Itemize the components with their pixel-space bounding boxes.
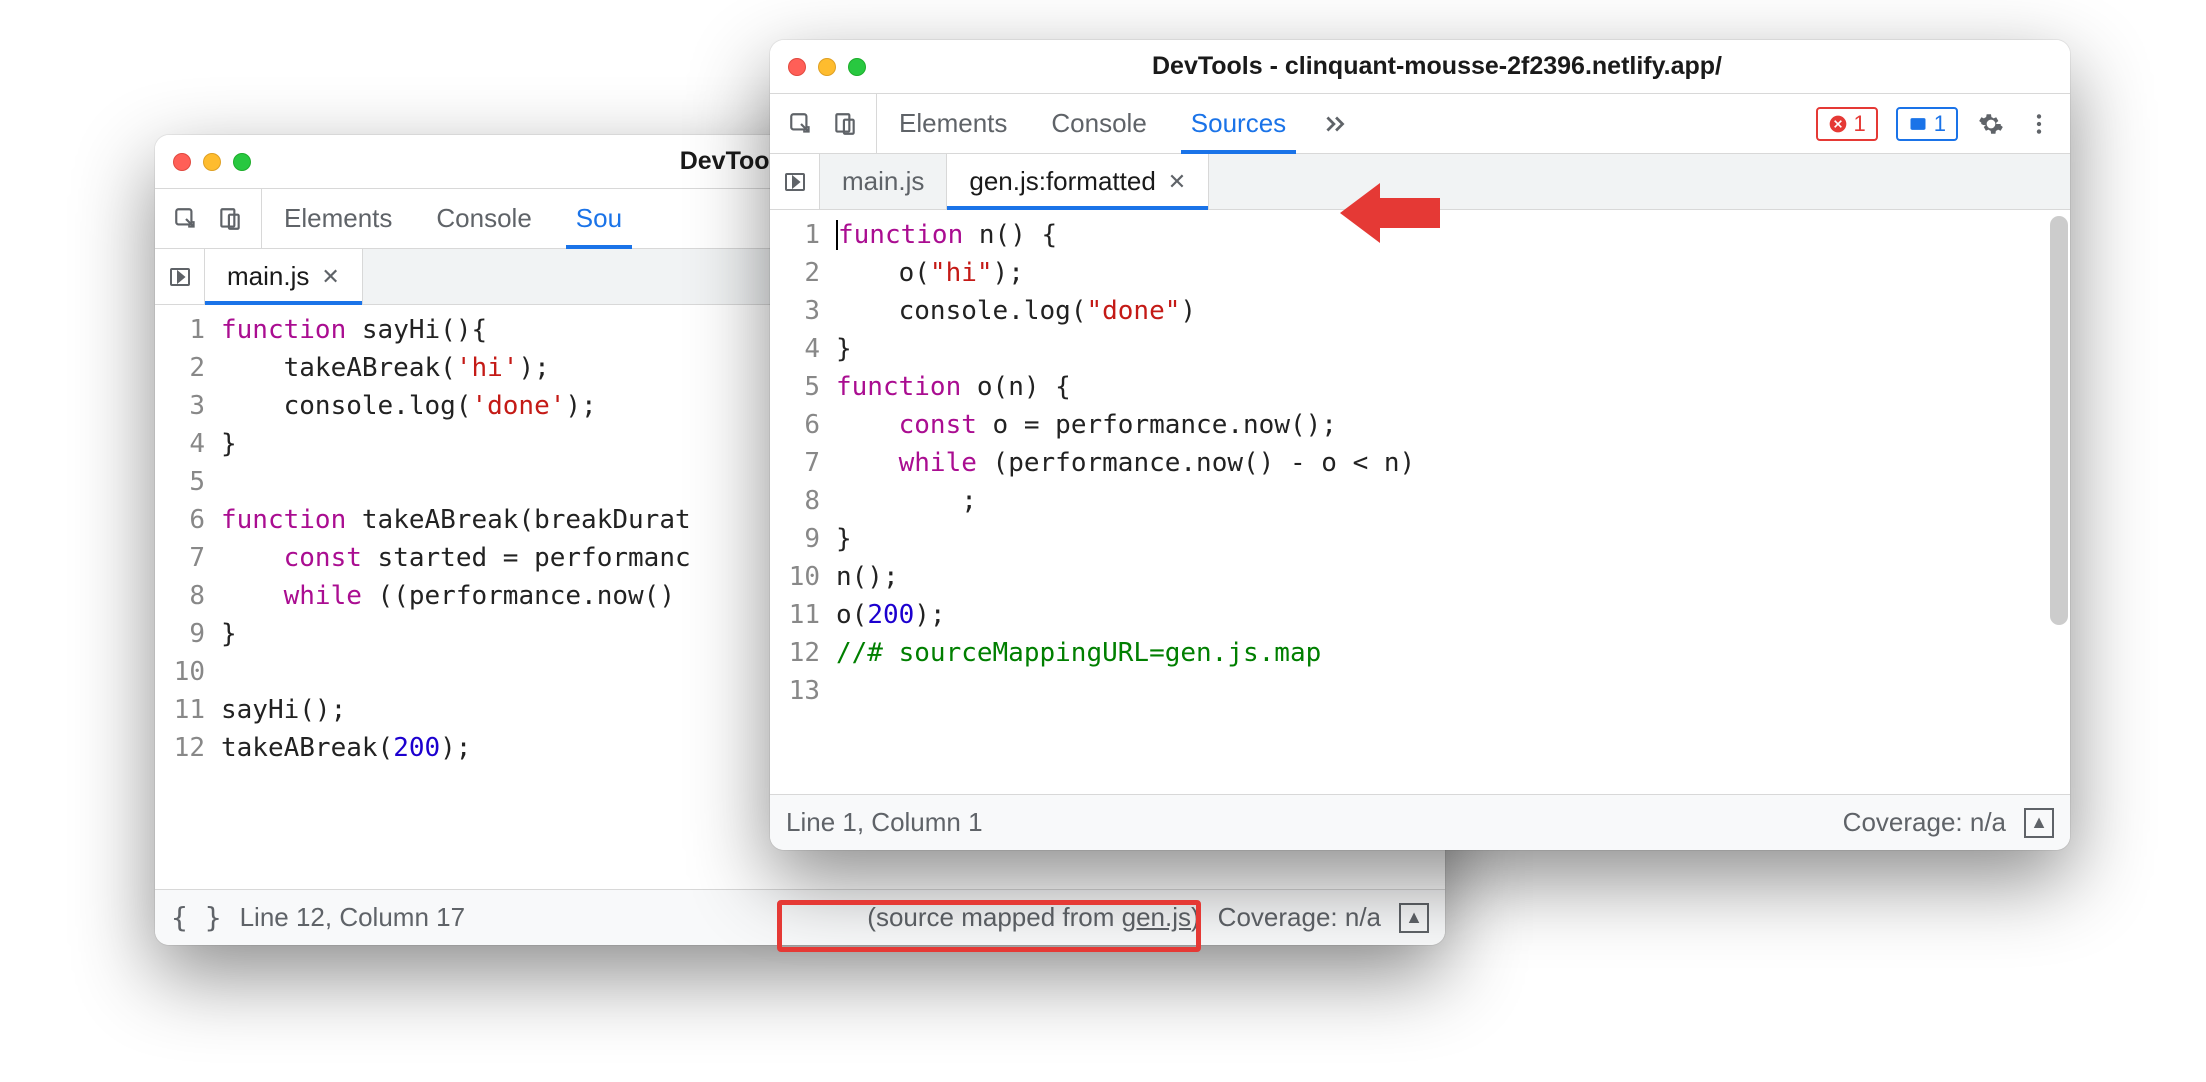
line-gutter: 1 2 3 4 5 6 7 8 9 10 11 12 13 xyxy=(770,210,830,794)
titlebar: DevTools - clinquant-mousse-2f2396.netli… xyxy=(770,40,2070,94)
navigator-toggle-icon[interactable] xyxy=(155,249,205,304)
inspect-icon[interactable] xyxy=(786,109,816,139)
info-count: 1 xyxy=(1934,111,1946,137)
tab-sources[interactable]: Sou xyxy=(554,189,644,248)
error-badge[interactable]: 1 xyxy=(1816,107,1878,141)
tab-console[interactable]: Console xyxy=(414,189,553,248)
error-count: 1 xyxy=(1854,111,1866,137)
kebab-icon[interactable] xyxy=(2024,109,2054,139)
code-editor[interactable]: 1 2 3 4 5 6 7 8 9 10 11 12 13 function n… xyxy=(770,210,2070,794)
line-gutter: 1 2 3 4 5 6 7 8 9 10 11 12 xyxy=(155,305,215,889)
traffic-lights xyxy=(173,153,251,171)
minimize-icon[interactable] xyxy=(203,153,221,171)
tab-elements[interactable]: Elements xyxy=(262,189,414,248)
file-tab-gen-js-formatted[interactable]: gen.js:formatted ✕ xyxy=(947,154,1209,209)
tab-sources[interactable]: Sources xyxy=(1169,94,1308,153)
coverage-label: Coverage: n/a xyxy=(1218,902,1381,933)
navigator-toggle-icon[interactable] xyxy=(770,154,820,209)
file-tab-label: gen.js:formatted xyxy=(969,166,1155,197)
more-tabs-icon[interactable] xyxy=(1308,111,1362,137)
panel-tabs: Elements Console Sou xyxy=(262,189,644,248)
expand-icon[interactable]: ▲ xyxy=(1399,903,1429,933)
cursor-position: Line 1, Column 1 xyxy=(786,807,983,838)
inspect-icon[interactable] xyxy=(171,204,201,234)
file-tab-label: main.js xyxy=(842,166,924,197)
tab-elements[interactable]: Elements xyxy=(877,94,1029,153)
device-toggle-icon[interactable] xyxy=(215,204,245,234)
scrollbar[interactable] xyxy=(2050,216,2068,625)
zoom-icon[interactable] xyxy=(233,153,251,171)
tab-console[interactable]: Console xyxy=(1029,94,1168,153)
close-icon[interactable] xyxy=(788,58,806,76)
code-content[interactable]: function n() { o("hi"); console.log("don… xyxy=(830,210,2070,794)
gear-icon[interactable] xyxy=(1976,109,2006,139)
status-bar: Line 1, Column 1 Coverage: n/a ▲ xyxy=(770,794,2070,850)
annotation-arrow-icon xyxy=(1340,178,1440,248)
annotation-highlight-box xyxy=(777,900,1201,952)
main-toolbar: Elements Console Sources 1 1 xyxy=(770,94,2070,154)
devtools-window-front: DevTools - clinquant-mousse-2f2396.netli… xyxy=(770,40,2070,850)
device-toggle-icon[interactable] xyxy=(830,109,860,139)
file-tab-main-js[interactable]: main.js ✕ xyxy=(205,249,363,304)
zoom-icon[interactable] xyxy=(848,58,866,76)
close-icon[interactable]: ✕ xyxy=(1168,169,1186,195)
expand-icon[interactable]: ▲ xyxy=(2024,808,2054,838)
panel-tabs: Elements Console Sources xyxy=(877,94,1308,153)
file-tab-main-js[interactable]: main.js xyxy=(820,154,947,209)
pretty-print-icon[interactable]: { } xyxy=(171,901,222,934)
coverage-label: Coverage: n/a xyxy=(1843,807,2006,838)
close-icon[interactable] xyxy=(173,153,191,171)
traffic-lights xyxy=(788,58,866,76)
minimize-icon[interactable] xyxy=(818,58,836,76)
close-icon[interactable]: ✕ xyxy=(321,264,339,290)
file-tab-label: main.js xyxy=(227,261,309,292)
window-title: DevTools - clinquant-mousse-2f2396.netli… xyxy=(882,52,2052,81)
info-badge[interactable]: 1 xyxy=(1896,107,1958,141)
cursor-position: Line 12, Column 17 xyxy=(240,902,465,933)
